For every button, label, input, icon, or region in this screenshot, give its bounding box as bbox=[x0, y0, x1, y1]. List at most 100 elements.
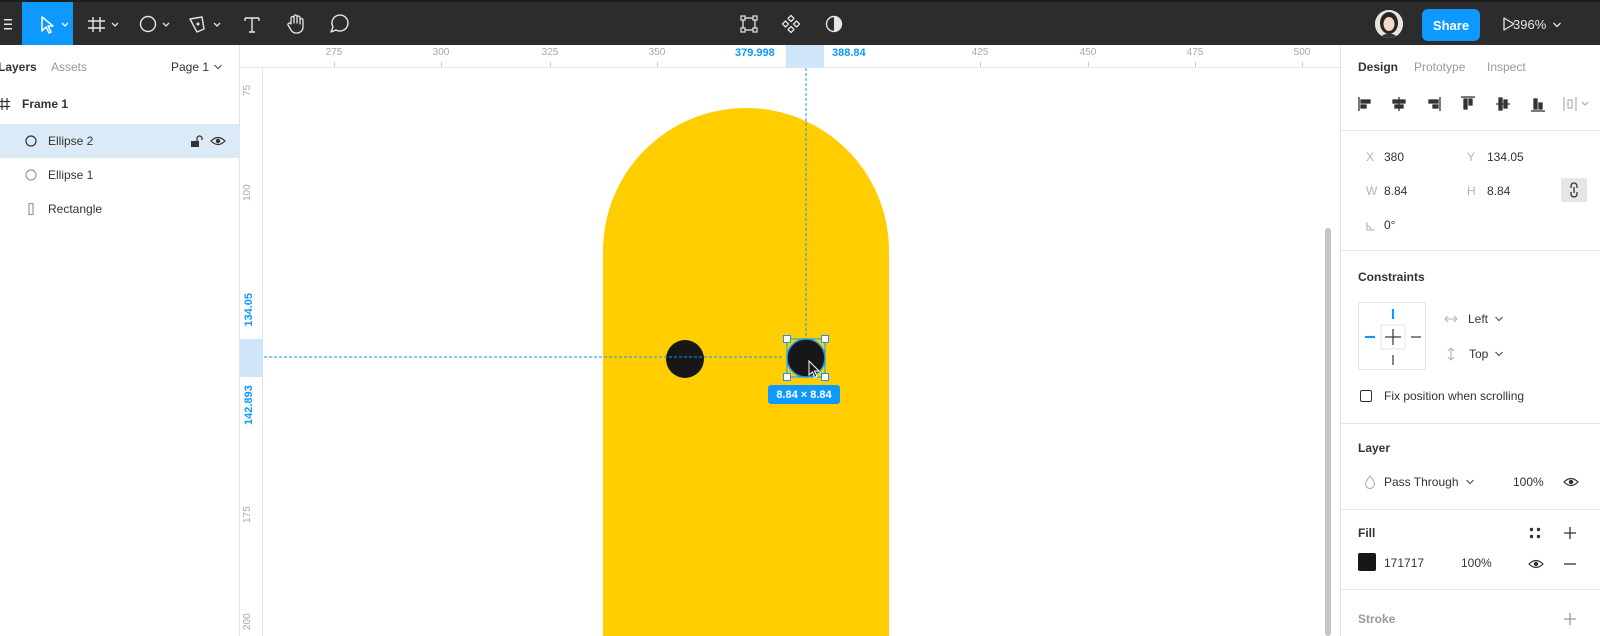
tab-assets[interactable]: Assets bbox=[51, 60, 87, 74]
main-menu-button[interactable] bbox=[0, 2, 18, 45]
ruler-tick bbox=[334, 62, 335, 67]
pen-tool-button[interactable] bbox=[186, 2, 226, 45]
avatar[interactable] bbox=[1375, 10, 1403, 38]
align-toolbar bbox=[1358, 96, 1589, 112]
resize-handle-bottom-left[interactable] bbox=[783, 373, 791, 381]
styles-grid-icon[interactable] bbox=[1528, 526, 1542, 540]
ruler-tick bbox=[657, 62, 658, 67]
text-icon bbox=[244, 16, 260, 33]
ellipse-layer-icon bbox=[25, 135, 37, 147]
properties-panel: Design Prototype Inspect X 380 Y 134.05 … bbox=[1340, 45, 1600, 636]
layer-label: Ellipse 2 bbox=[48, 134, 94, 148]
rectangle-layer-icon bbox=[28, 202, 34, 216]
align-top-icon bbox=[1461, 96, 1475, 110]
eye-icon[interactable] bbox=[1563, 475, 1579, 489]
constraints-widget[interactable] bbox=[1358, 302, 1426, 370]
h-input[interactable]: 8.84 bbox=[1487, 184, 1510, 198]
fix-position-checkbox[interactable] bbox=[1360, 390, 1372, 402]
fill-opacity-input[interactable]: 100% bbox=[1461, 556, 1492, 570]
ruler-tick bbox=[1195, 62, 1196, 67]
shape-tool-button[interactable] bbox=[135, 2, 175, 45]
hand-tool-button[interactable] bbox=[282, 2, 310, 45]
chevron-down-icon bbox=[1495, 316, 1503, 322]
ruler-tick-label: 450 bbox=[1079, 47, 1097, 58]
transform-icon bbox=[740, 14, 758, 33]
chevron-down-icon bbox=[1465, 479, 1474, 485]
share-button[interactable]: Share bbox=[1422, 9, 1480, 41]
ruler-selection-start: 134.05 bbox=[243, 293, 255, 327]
rectangle-shape[interactable] bbox=[603, 108, 889, 636]
eye-icon[interactable] bbox=[210, 134, 226, 148]
ruler-selection-start: 379.998 bbox=[735, 47, 775, 59]
chevron-down-icon bbox=[1552, 22, 1561, 28]
ruler-selection-end: 388.84 bbox=[832, 47, 866, 59]
blend-mode-value: Pass Through bbox=[1384, 475, 1459, 489]
ruler-tick-label: 325 bbox=[541, 47, 559, 58]
align-center-v-icon bbox=[1496, 97, 1510, 111]
tab-inspect[interactable]: Inspect bbox=[1487, 60, 1526, 74]
ellipse-1-shape[interactable] bbox=[666, 340, 704, 378]
page-selector[interactable]: Page 1 bbox=[171, 60, 223, 74]
horizontal-constraint-dropdown[interactable]: Left bbox=[1468, 312, 1504, 326]
tab-prototype[interactable]: Prototype bbox=[1414, 60, 1465, 74]
fill-hex-input[interactable]: 171717 bbox=[1384, 556, 1424, 570]
constrain-proportions-button[interactable] bbox=[1561, 178, 1587, 202]
fix-position-label: Fix position when scrolling bbox=[1384, 389, 1525, 403]
ruler-tick bbox=[980, 62, 981, 67]
rotation-input[interactable]: 0° bbox=[1384, 218, 1395, 232]
blend-mode-icon bbox=[1364, 475, 1376, 489]
mask-button[interactable] bbox=[820, 2, 848, 45]
ellipse-tool-icon bbox=[139, 15, 170, 32]
ruler-tick-label: 175 bbox=[242, 506, 253, 523]
layer-row-ellipse-2[interactable]: Ellipse 2 bbox=[0, 124, 239, 158]
resize-handle-top-left[interactable] bbox=[783, 335, 791, 343]
y-label: Y bbox=[1467, 150, 1476, 164]
tab-layers[interactable]: Layers bbox=[0, 60, 37, 74]
frame-layer-icon bbox=[0, 98, 10, 110]
layer-section-title: Layer bbox=[1358, 441, 1391, 455]
ruler-tick-label: 475 bbox=[1186, 47, 1204, 58]
ruler-tick-label: 500 bbox=[1293, 47, 1311, 58]
vertical-constraint-dropdown[interactable]: Top bbox=[1469, 347, 1504, 361]
create-component-button[interactable] bbox=[777, 2, 805, 45]
design-canvas[interactable]: 8.84 × 8.84 bbox=[264, 68, 1340, 636]
tab-design[interactable]: Design bbox=[1358, 60, 1398, 74]
section-divider bbox=[1341, 250, 1600, 251]
user-avatar-icon bbox=[1375, 10, 1403, 38]
frame-tool-button[interactable] bbox=[84, 2, 124, 45]
layer-row-rectangle[interactable]: Rectangle bbox=[0, 192, 239, 226]
layer-row-frame[interactable]: Frame 1 bbox=[0, 87, 239, 121]
unlock-icon[interactable] bbox=[189, 134, 203, 148]
plus-icon[interactable] bbox=[1563, 526, 1577, 540]
zoom-dropdown[interactable]: 396% bbox=[1513, 17, 1562, 32]
resize-handle-bottom-right[interactable] bbox=[821, 373, 829, 381]
section-divider bbox=[1341, 509, 1600, 510]
vertical-constraint-value: Top bbox=[1469, 347, 1489, 361]
ruler-tick-label: 275 bbox=[325, 47, 343, 58]
move-tool-button[interactable] bbox=[22, 2, 73, 45]
canvas-scrollbar[interactable] bbox=[1325, 228, 1331, 636]
minus-icon[interactable] bbox=[1563, 557, 1577, 571]
align-left-icon bbox=[1358, 97, 1371, 111]
ruler-tick bbox=[550, 62, 551, 67]
link-icon bbox=[1570, 182, 1578, 198]
fill-color-swatch[interactable] bbox=[1358, 553, 1376, 571]
y-input[interactable]: 134.05 bbox=[1487, 150, 1524, 164]
plus-icon[interactable] bbox=[1563, 612, 1577, 626]
layer-row-ellipse-1[interactable]: Ellipse 1 bbox=[0, 158, 239, 192]
distribute-icon bbox=[1563, 97, 1589, 111]
resize-handle-top-right[interactable] bbox=[821, 335, 829, 343]
w-input[interactable]: 8.84 bbox=[1384, 184, 1407, 198]
ruler-tick-label: 75 bbox=[242, 84, 253, 96]
layer-opacity-input[interactable]: 100% bbox=[1513, 475, 1544, 489]
x-label: X bbox=[1366, 150, 1375, 164]
eye-icon[interactable] bbox=[1528, 557, 1544, 571]
ellipse-layer-icon bbox=[25, 169, 37, 181]
x-input[interactable]: 380 bbox=[1384, 150, 1404, 164]
horizontal-arrows-icon bbox=[1444, 315, 1458, 323]
comment-tool-button[interactable] bbox=[325, 2, 353, 45]
ruler-tick-label: 100 bbox=[242, 184, 253, 201]
text-tool-button[interactable] bbox=[238, 2, 266, 45]
edit-object-button[interactable] bbox=[735, 2, 763, 45]
blend-mode-dropdown[interactable]: Pass Through bbox=[1384, 475, 1475, 489]
